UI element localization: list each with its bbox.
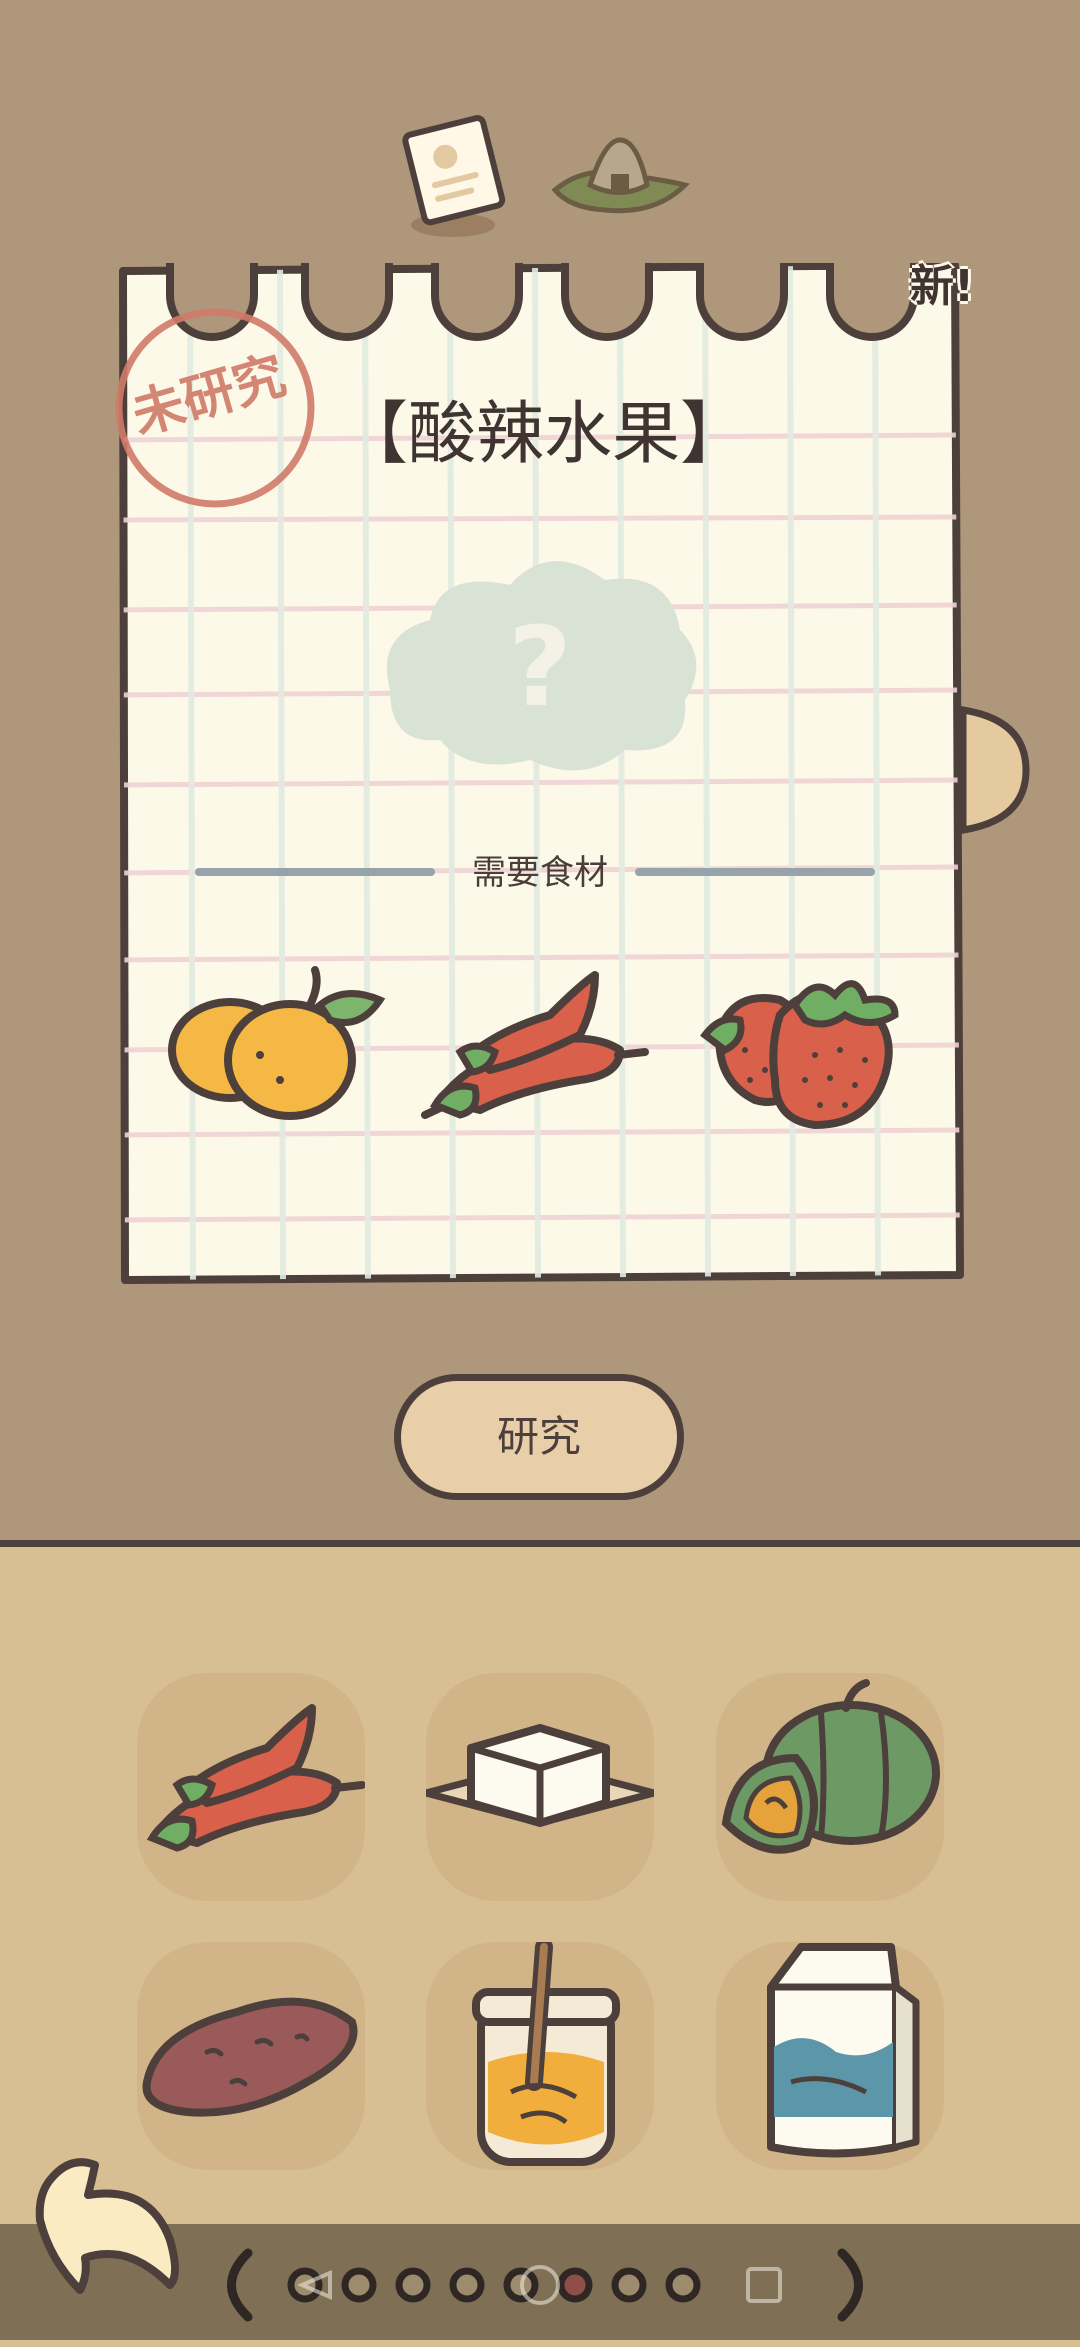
required-ingredients-label: 需要食材 <box>472 853 608 893</box>
divider-line <box>635 868 875 876</box>
inventory-slot-honey-jar[interactable] <box>426 1942 654 2170</box>
loquat-icon <box>160 960 390 1140</box>
recipe-title: 【酸辣水果】 <box>340 395 749 474</box>
back-arrow-button[interactable] <box>30 2150 190 2295</box>
page-dot-3[interactable] <box>395 2267 431 2303</box>
page-indicator[interactable] <box>210 2245 880 2325</box>
inventory-slot-sweet-potato[interactable] <box>137 1942 365 2170</box>
next-page-arrow-icon <box>837 2248 863 2322</box>
research-button[interactable]: 研究 <box>394 1374 684 1500</box>
page-dot-4[interactable] <box>449 2267 485 2303</box>
strawberry-icon <box>695 960 925 1140</box>
inventory-slot-tofu[interactable] <box>426 1673 654 1901</box>
page-dot-7[interactable] <box>611 2267 647 2303</box>
chili-pepper-icon <box>146 1704 365 1852</box>
new-badge: 新! <box>910 261 975 312</box>
page-dot-6[interactable] <box>557 2267 593 2303</box>
milk-carton-icon <box>767 1943 920 2158</box>
next-page-tab[interactable] <box>958 705 1030 835</box>
recipe-card-tab-icon[interactable] <box>395 115 515 245</box>
divider-line <box>195 868 435 876</box>
chili-pepper-icon <box>420 960 650 1140</box>
tofu-icon <box>426 1724 654 1827</box>
svg-text:未研究: 未研究 <box>126 346 293 447</box>
unresearched-stamp: 未研究 <box>105 300 335 530</box>
sweet-potato-icon <box>142 1997 358 2117</box>
system-recents-icon <box>746 2267 782 2303</box>
pumpkin-icon <box>721 1679 940 1854</box>
inventory-slot-milk-carton[interactable] <box>716 1942 944 2170</box>
page-dot-2[interactable] <box>341 2267 377 2303</box>
previous-page-arrow-icon <box>227 2248 253 2322</box>
onigiri-tab-icon[interactable] <box>545 130 695 225</box>
inventory-slot-chili-pepper[interactable] <box>137 1673 365 1901</box>
honey-jar-icon <box>472 1942 620 2166</box>
unknown-dish-silhouette: ? <box>370 540 710 790</box>
page-dot-8[interactable] <box>665 2267 701 2303</box>
inventory-slot-pumpkin[interactable] <box>716 1673 944 1901</box>
question-mark: ? <box>508 603 572 731</box>
